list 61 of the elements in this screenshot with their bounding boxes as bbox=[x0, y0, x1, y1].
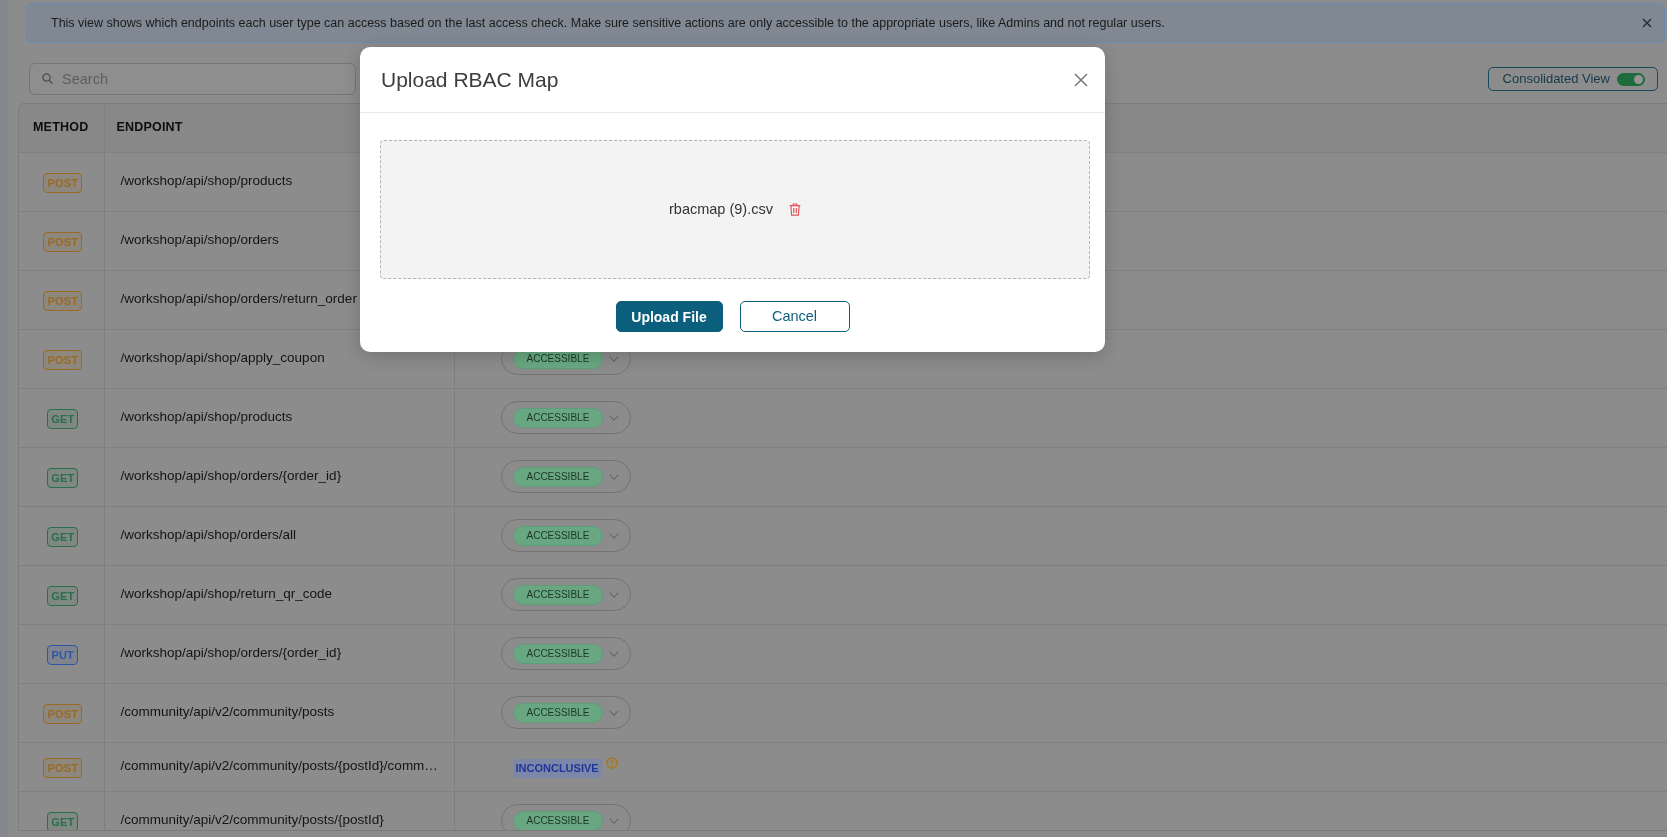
method-badge: POST bbox=[43, 349, 83, 370]
status-dropdown[interactable]: ACCESSIBLE bbox=[500, 578, 631, 611]
method-badge: POST bbox=[43, 231, 83, 252]
status-badge: ACCESSIBLE bbox=[512, 584, 604, 605]
endpoint-path: /workshop/api/shop/return_qr_code bbox=[120, 586, 333, 602]
method-badge: GET bbox=[47, 526, 79, 547]
chevron-down-icon bbox=[609, 709, 620, 716]
endpoint-path: /workshop/api/shop/orders/return_order bbox=[120, 291, 357, 307]
status-dropdown[interactable]: ACCESSIBLE bbox=[500, 460, 631, 493]
status-badge: ACCESSIBLE bbox=[512, 525, 604, 546]
endpoint-path: /workshop/api/shop/products bbox=[120, 409, 293, 425]
status-dropdown[interactable]: ACCESSIBLE bbox=[500, 804, 631, 830]
status-dropdown[interactable]: ACCESSIBLE bbox=[500, 696, 631, 729]
consolidated-view-toggle[interactable]: Consolidated View bbox=[1487, 67, 1658, 91]
close-icon bbox=[1642, 18, 1652, 28]
search-icon bbox=[42, 73, 53, 84]
file-name: rbacmap (9).csv bbox=[669, 199, 773, 219]
chevron-down-icon bbox=[609, 532, 620, 539]
trash-icon[interactable] bbox=[788, 203, 801, 216]
method-badge: GET bbox=[47, 467, 79, 488]
chevron-down-icon bbox=[609, 473, 620, 480]
status-badge: INCONCLUSIVE bbox=[512, 758, 602, 778]
method-badge: POST bbox=[43, 290, 83, 311]
column-header: ENDPOINT bbox=[116, 120, 183, 135]
method-badge: POST bbox=[43, 172, 83, 193]
chevron-down-icon bbox=[609, 591, 620, 598]
status-badge: ACCESSIBLE bbox=[512, 810, 604, 830]
chevron-down-icon bbox=[609, 650, 620, 657]
status-badge: ACCESSIBLE bbox=[512, 702, 604, 723]
file-dropzone[interactable]: rbacmap (9).csv bbox=[380, 140, 1090, 279]
chevron-down-icon bbox=[609, 355, 620, 362]
endpoint-path: /workshop/api/shop/orders/{order_id} bbox=[120, 468, 342, 484]
chevron-down-icon bbox=[609, 414, 620, 421]
endpoint-path: /workshop/api/shop/orders/all bbox=[120, 527, 297, 543]
banner-message: This view shows which endpoints each user type can access based on the last access check. Make sure sensitive actions are only accessible to the appropriate users, like Admins and not regular users. bbox=[51, 14, 1166, 32]
method-badge: POST bbox=[43, 757, 83, 778]
method-badge: POST bbox=[43, 703, 83, 724]
method-badge: GET bbox=[47, 408, 79, 429]
status-badge: ACCESSIBLE bbox=[512, 466, 604, 487]
warning-icon bbox=[605, 756, 618, 769]
upload-file-button[interactable]: Upload File bbox=[615, 301, 723, 332]
status-dropdown[interactable]: ACCESSIBLE bbox=[500, 401, 631, 434]
endpoint-path: /community/api/v2/community/posts/{postId}/comm… bbox=[120, 758, 438, 774]
status-badge: ACCESSIBLE bbox=[512, 407, 604, 428]
dialog-title: Upload RBAC Map bbox=[381, 66, 559, 93]
method-badge: GET bbox=[47, 811, 79, 830]
chevron-down-icon bbox=[609, 817, 620, 824]
endpoint-path: /workshop/api/shop/products bbox=[120, 173, 293, 189]
endpoint-path: /community/api/v2/community/posts bbox=[120, 704, 335, 720]
status-dropdown[interactable]: ACCESSIBLE bbox=[500, 519, 631, 552]
endpoint-path: /workshop/api/shop/orders/{order_id} bbox=[120, 645, 342, 661]
close-icon bbox=[1074, 72, 1088, 87]
endpoint-path: /workshop/api/shop/orders bbox=[120, 232, 279, 248]
endpoint-path: /workshop/api/shop/apply_coupon bbox=[120, 350, 325, 366]
endpoint-path: /community/api/v2/community/posts/{postId} bbox=[120, 812, 384, 828]
method-badge: GET bbox=[47, 585, 79, 606]
method-badge: PUT bbox=[47, 644, 79, 665]
cancel-button[interactable]: Cancel bbox=[739, 301, 850, 332]
column-header: METHOD bbox=[33, 120, 89, 135]
status-badge: ACCESSIBLE bbox=[512, 643, 604, 664]
status-dropdown[interactable]: ACCESSIBLE bbox=[500, 637, 631, 670]
